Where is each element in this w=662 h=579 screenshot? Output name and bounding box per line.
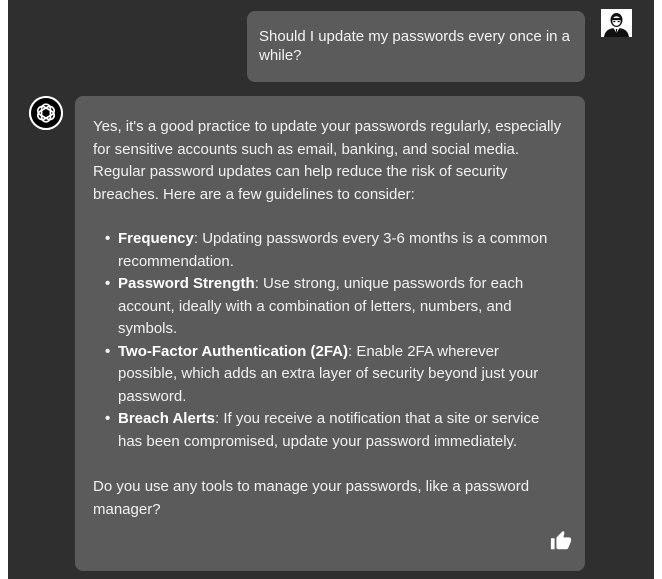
guideline-term: Two-Factor Authentication (2FA)	[118, 342, 348, 360]
user-message-text: Should I update my passwords every once …	[259, 28, 571, 64]
list-item: Frequency: Updating passwords every 3-6 …	[105, 228, 558, 273]
list-item: Breach Alerts: If you receive a notifica…	[105, 408, 558, 453]
openai-logo-icon	[29, 96, 63, 130]
guideline-term: Password Strength	[118, 275, 255, 292]
user-avatar-icon	[601, 9, 632, 37]
user-message-bubble: Should I update my passwords every once …	[247, 11, 585, 82]
chat-panel: Should I update my passwords every once …	[8, 0, 654, 579]
assistant-closing-text: Do you use any tools to manage your pass…	[93, 478, 530, 518]
thumbs-up-icon[interactable]	[550, 530, 572, 552]
list-item: Password Strength: Use strong, unique pa…	[105, 273, 558, 341]
list-item: Two-Factor Authentication (2FA): Enable …	[105, 341, 558, 409]
guidelines-list: Frequency: Updating passwords every 3-6 …	[93, 228, 558, 453]
guideline-term: Frequency	[118, 230, 194, 247]
assistant-intro-text: Yes, it's a good practice to update your…	[93, 118, 562, 203]
assistant-message-bubble: Yes, it's a good practice to update your…	[75, 96, 585, 571]
guideline-term: Breach Alerts	[118, 410, 215, 427]
